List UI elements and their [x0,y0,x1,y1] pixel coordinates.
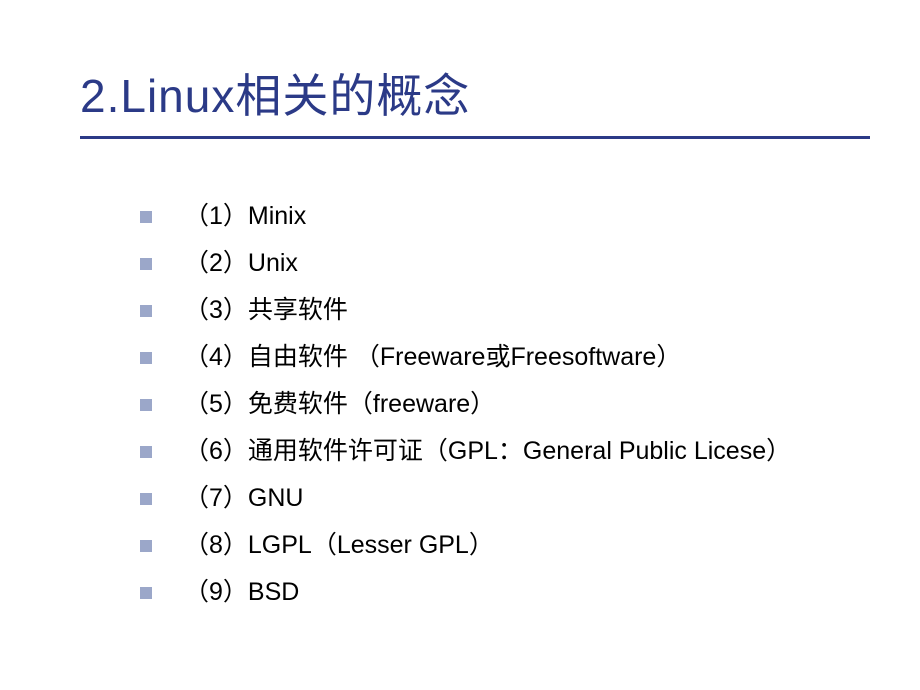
bullet-icon [140,446,152,458]
item-text: （2）Unix [184,246,298,281]
list-item: （4）自由软件 （Freeware或Freesoftware） [140,340,840,375]
bullet-list: （1）Minix （2）Unix （3）共享软件 （4）自由软件 （Freewa… [80,199,840,610]
item-text: （3）共享软件 [184,293,348,328]
bullet-icon [140,258,152,270]
item-text: （4）自由软件 （Freeware或Freesoftware） [184,340,681,375]
bullet-icon [140,540,152,552]
bullet-icon [140,493,152,505]
list-item: （1）Minix [140,199,840,234]
item-text: （1）Minix [184,199,306,234]
item-text: （8）LGPL（Lesser GPL） [184,528,494,563]
bullet-icon [140,399,152,411]
list-item: （5）免费软件（freeware） [140,387,840,422]
bullet-icon [140,352,152,364]
bullet-icon [140,305,152,317]
bullet-icon [140,211,152,223]
title-underline [80,136,870,139]
item-text: （9）BSD [184,575,299,610]
list-item: （3）共享软件 [140,293,840,328]
list-item: （9）BSD [140,575,840,610]
list-item: （6）通用软件许可证（GPL：General Public Licese） [140,434,840,469]
list-item: （8）LGPL（Lesser GPL） [140,528,840,563]
title-container: 2.Linux相关的概念 [80,60,840,126]
item-text: （5）免费软件（freeware） [184,387,495,422]
slide-container: 2.Linux相关的概念 （1）Minix （2）Unix （3）共享软件 （4… [0,0,920,690]
slide-title: 2.Linux相关的概念 [80,60,470,126]
list-item: （7）GNU [140,481,840,516]
item-text: （7）GNU [184,481,303,516]
bullet-icon [140,587,152,599]
item-text: （6）通用软件许可证（GPL：General Public Licese） [184,434,791,469]
list-item: （2）Unix [140,246,840,281]
